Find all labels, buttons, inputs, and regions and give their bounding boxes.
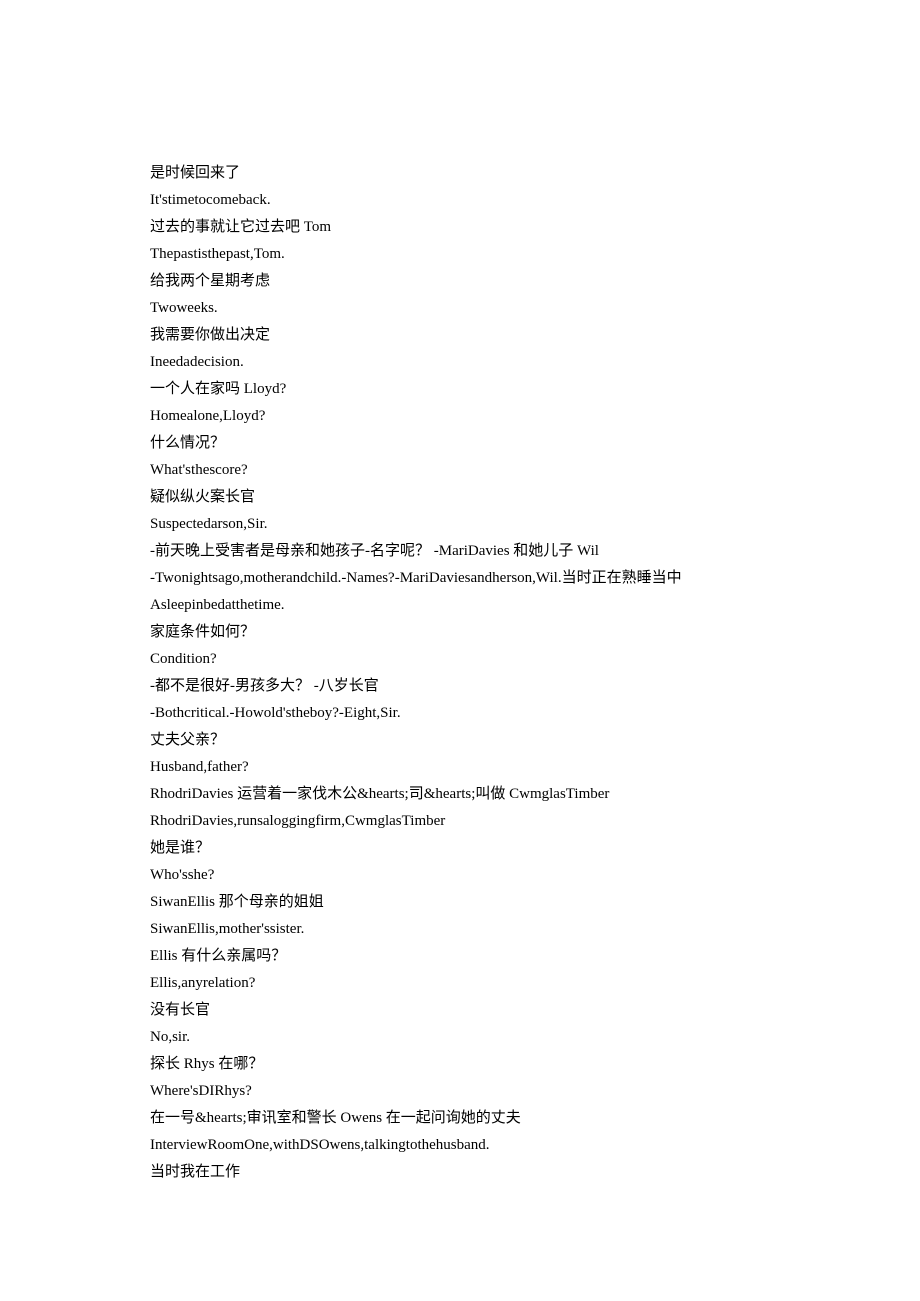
subtitle-line: Husband,father? [150, 754, 770, 781]
subtitle-line: SiwanEllis,mother'ssister. [150, 916, 770, 943]
subtitle-line: 是时候回来了 [150, 160, 770, 187]
subtitle-line: It'stimetocomeback. [150, 187, 770, 214]
subtitle-line: Twoweeks. [150, 295, 770, 322]
subtitle-line: -Bothcritical.-Howold'stheboy?-Eight,Sir… [150, 700, 770, 727]
subtitle-line: Ineedadecision. [150, 349, 770, 376]
subtitle-line: Ellis,anyrelation? [150, 970, 770, 997]
subtitle-line: SiwanEllis 那个母亲的姐姐 [150, 889, 770, 916]
subtitle-line: Homealone,Lloyd? [150, 403, 770, 430]
subtitle-line: InterviewRoomOne,withDSOwens,talkingtoth… [150, 1132, 770, 1159]
subtitle-line: What'sthescore? [150, 457, 770, 484]
subtitle-line: Asleepinbedatthetime. [150, 592, 770, 619]
subtitle-line: 在一号&hearts;审讯室和警长 Owens 在一起问询她的丈夫 [150, 1105, 770, 1132]
subtitle-line: Who'sshe? [150, 862, 770, 889]
subtitle-line: 过去的事就让它过去吧 Tom [150, 214, 770, 241]
subtitle-line: 我需要你做出决定 [150, 322, 770, 349]
subtitle-line: Condition? [150, 646, 770, 673]
subtitle-line: RhodriDavies 运营着一家伐木公&hearts;司&hearts;叫做… [150, 781, 770, 808]
subtitle-line: -Twonightsago,motherandchild.-Names?-Mar… [150, 565, 770, 592]
subtitle-line: No,sir. [150, 1024, 770, 1051]
subtitle-line: 当时我在工作 [150, 1159, 770, 1186]
subtitle-line: 没有长官 [150, 997, 770, 1024]
subtitle-line: 给我两个星期考虑 [150, 268, 770, 295]
subtitle-line: 疑似纵火案长官 [150, 484, 770, 511]
subtitle-line: -都不是很好-男孩多大？ -八岁长官 [150, 673, 770, 700]
subtitle-line: -前天晚上受害者是母亲和她孩子-名字呢？ -MariDavies 和她儿子 Wi… [150, 538, 770, 565]
subtitle-line: RhodriDavies,runsaloggingfirm,CwmglasTim… [150, 808, 770, 835]
subtitle-line: 家庭条件如何？ [150, 619, 770, 646]
subtitle-line: Thepastisthepast,Tom. [150, 241, 770, 268]
subtitle-line: Ellis 有什么亲属吗？ [150, 943, 770, 970]
subtitle-line: Suspectedarson,Sir. [150, 511, 770, 538]
subtitle-line: 丈夫父亲？ [150, 727, 770, 754]
subtitle-line: Where'sDIRhys? [150, 1078, 770, 1105]
subtitle-line: 什么情况？ [150, 430, 770, 457]
subtitle-line: 她是谁？ [150, 835, 770, 862]
subtitle-line: 一个人在家吗 Lloyd? [150, 376, 770, 403]
subtitle-line: 探长 Rhys 在哪？ [150, 1051, 770, 1078]
document-page: 是时候回来了It'stimetocomeback.过去的事就让它过去吧 TomT… [0, 0, 920, 1266]
